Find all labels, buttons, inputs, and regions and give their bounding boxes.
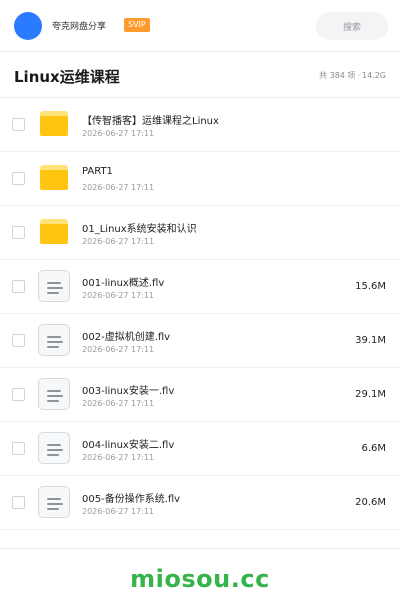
footer: miosou.cc [0, 548, 400, 600]
item-size: 39.1M [355, 335, 386, 346]
item-size: 20.6M [355, 497, 386, 508]
list-item[interactable]: 01_Linux系统安装和认识 2026-06-27 17:11 [0, 206, 400, 260]
item-date: 2026-06-27 17:11 [82, 507, 155, 516]
video-file-icon [38, 486, 70, 518]
item-name: 002-虚拟机创建.flv [82, 332, 171, 343]
app-name: 夸克网盘分享 [52, 22, 107, 32]
item-name: 003-linux安装一.flv [82, 386, 175, 397]
video-file-icon [38, 432, 70, 464]
header: 夸克网盘分享 SVIP 搜索 [0, 0, 400, 52]
item-size: 29.1M [355, 389, 386, 400]
video-file-icon [38, 324, 70, 356]
item-date: 2026-06-27 17:11 [82, 183, 155, 192]
list-item[interactable]: PART1 2026-06-27 17:11 [0, 152, 400, 206]
select-checkbox[interactable] [12, 172, 25, 185]
watermark: miosou.cc [130, 565, 270, 593]
item-name: 001-linux概述.flv [82, 278, 165, 289]
item-name: 【传智播客】运维课程之Linux [82, 116, 219, 127]
list-item[interactable]: 001-linux概述.flv 2026-06-27 17:11 15.6M [0, 260, 400, 314]
list-item[interactable]: 004-linux安装二.flv 2026-06-27 17:11 6.6M [0, 422, 400, 476]
select-checkbox[interactable] [12, 226, 25, 239]
search-input[interactable]: 搜索 [316, 12, 388, 40]
select-checkbox[interactable] [12, 388, 25, 401]
item-size: 6.6M [361, 443, 386, 454]
item-date: 2026-06-27 17:11 [82, 291, 155, 300]
folder-icon [38, 108, 70, 140]
video-file-icon [38, 378, 70, 410]
item-name: PART1 [82, 166, 113, 177]
item-name: 01_Linux系统安装和认识 [82, 224, 197, 235]
select-checkbox[interactable] [12, 334, 25, 347]
item-date: 2026-06-27 17:11 [82, 237, 155, 246]
svip-badge: SVIP [124, 18, 150, 32]
item-name: 004-linux安装二.flv [82, 440, 175, 451]
folder-icon [38, 216, 70, 248]
list-item[interactable]: 002-虚拟机创建.flv 2026-06-27 17:11 39.1M [0, 314, 400, 368]
total-size: 14.2G [361, 71, 386, 80]
item-count: 共 384 项 [319, 71, 356, 80]
list-item[interactable]: 【传智播客】运维课程之Linux 2026-06-27 17:11 [0, 98, 400, 152]
item-date: 2026-06-27 17:11 [82, 345, 155, 354]
select-checkbox[interactable] [12, 442, 25, 455]
folder-summary: 共 384 项 · 14.2G [319, 70, 386, 81]
select-checkbox[interactable] [12, 280, 25, 293]
item-date: 2026-06-27 17:11 [82, 399, 155, 408]
item-name: 005-备份操作系统.flv [82, 494, 181, 505]
item-size: 15.6M [355, 281, 386, 292]
video-file-icon [38, 270, 70, 302]
list-item[interactable]: 003-linux安装一.flv 2026-06-27 17:11 29.1M [0, 368, 400, 422]
search-placeholder: 搜索 [342, 22, 361, 33]
page-title: Linux运维课程 [14, 68, 120, 86]
select-checkbox[interactable] [12, 496, 25, 509]
file-list: 【传智播客】运维课程之Linux 2026-06-27 17:11 PART1 … [0, 98, 400, 530]
item-date: 2026-06-27 17:11 [82, 453, 155, 462]
list-item[interactable]: 005-备份操作系统.flv 2026-06-27 17:11 20.6M [0, 476, 400, 530]
avatar[interactable] [14, 12, 42, 40]
folder-title-bar: Linux运维课程 共 384 项 · 14.2G [0, 52, 400, 98]
select-checkbox[interactable] [12, 118, 25, 131]
item-date: 2026-06-27 17:11 [82, 129, 155, 138]
folder-icon [38, 162, 70, 194]
